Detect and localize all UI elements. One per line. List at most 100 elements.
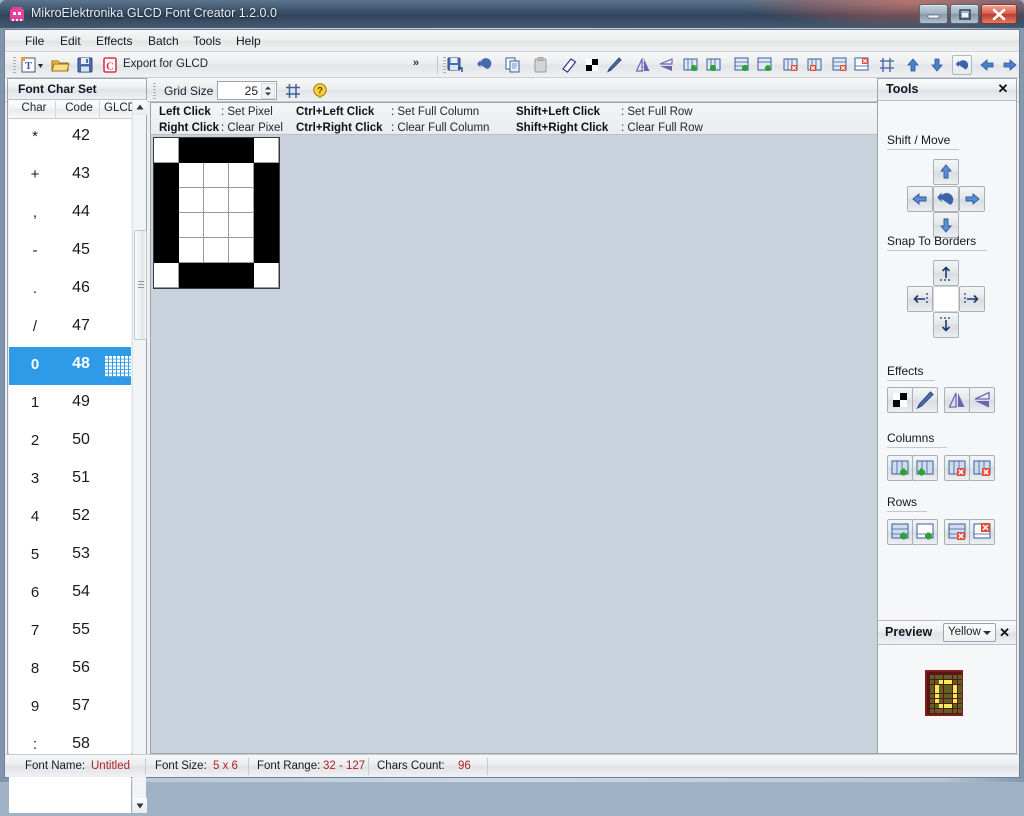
snap-center-button[interactable] [933,286,959,312]
menu-batch[interactable]: Batch [141,33,186,49]
char-list-row[interactable]: 250 [9,423,131,462]
char-list-row[interactable]: 452 [9,499,131,538]
scroll-up-arrow-icon[interactable] [133,100,147,115]
export-glcd-icon[interactable]: C [100,55,120,75]
rotate-icon[interactable] [952,55,972,75]
delete-column-left-icon[interactable] [781,55,801,75]
pixel-cell[interactable] [254,238,279,263]
export-glcd-label[interactable]: Export for GLCD [123,58,208,70]
snap-left-button[interactable] [907,286,933,312]
delete-row-bottom-icon[interactable] [852,55,872,75]
shift-up-icon[interactable] [903,55,923,75]
pixel-cell[interactable] [204,188,229,213]
menu-file[interactable]: File [18,33,51,49]
delete-column-right-button[interactable] [969,455,995,481]
char-list-row[interactable]: .46 [9,271,131,310]
char-list-row[interactable]: 755 [9,613,131,652]
pixel-cell[interactable] [204,163,229,188]
shift-right-button[interactable] [959,186,985,212]
pixel-cell[interactable] [229,213,254,238]
char-list-row[interactable]: ,44 [9,195,131,234]
paste-icon[interactable] [531,55,551,75]
undo-icon[interactable] [474,55,494,75]
menu-help[interactable]: Help [229,33,268,49]
preview-panel-close-icon[interactable]: ✕ [999,625,1010,641]
add-row-top-button[interactable] [887,519,913,545]
shift-down-icon[interactable] [927,55,947,75]
char-list-row[interactable]: /47 [9,309,131,348]
pixel-cell[interactable] [254,263,279,288]
char-list-row[interactable]: +43 [9,157,131,196]
close-button[interactable] [981,4,1017,24]
pixel-cell[interactable] [254,163,279,188]
mirror-vertical-icon[interactable] [656,55,676,75]
delete-row-top-button[interactable] [944,519,970,545]
pixel-cell[interactable] [154,163,179,188]
pixel-cell[interactable] [229,238,254,263]
mirror-vertical-button[interactable] [969,387,995,413]
spinner-up-down-icon[interactable] [261,83,275,99]
grid-size-input[interactable]: 25 [217,81,277,100]
char-list-row[interactable]: 654 [9,575,131,614]
pixel-cell[interactable] [229,263,254,288]
pixel-cell[interactable] [179,213,204,238]
delete-column-right-icon[interactable] [805,55,825,75]
pixel-cell[interactable] [229,138,254,163]
shift-left-icon[interactable] [977,55,997,75]
mirror-horizontal-button[interactable] [944,387,970,413]
preview-color-select[interactable]: Yellow [943,623,996,642]
menu-edit[interactable]: Edit [53,33,88,49]
maximize-button[interactable] [950,4,979,24]
insert-row-top-icon[interactable] [732,55,752,75]
char-list-row[interactable]: *42 [9,119,131,158]
save-as-icon[interactable] [445,55,465,75]
copy-icon[interactable] [503,55,523,75]
rotate-button[interactable] [933,186,959,212]
add-column-right-button[interactable] [912,455,938,481]
pixel-cell[interactable] [229,163,254,188]
char-list-scrollbar[interactable] [132,100,146,813]
column-header-char[interactable]: Char [13,102,55,114]
insert-row-bottom-icon[interactable] [755,55,775,75]
pixel-cell[interactable] [204,138,229,163]
insert-column-right-icon[interactable] [704,55,724,75]
delete-row-bottom-button[interactable] [969,519,995,545]
snap-right-button[interactable] [959,286,985,312]
pixel-cell[interactable] [254,188,279,213]
pixel-cell[interactable] [204,263,229,288]
char-list-row[interactable]: 048 [9,347,131,386]
help-icon[interactable]: ? [310,81,330,101]
snap-top-button[interactable] [933,260,959,286]
pixel-cell[interactable] [179,188,204,213]
snap-borders-icon[interactable] [877,55,897,75]
pixel-cell[interactable] [204,238,229,263]
char-list-row[interactable]: 856 [9,651,131,690]
add-row-bottom-button[interactable] [912,519,938,545]
chevron-down-icon[interactable] [36,55,45,75]
minimize-button[interactable] [919,4,948,24]
char-list-row[interactable]: 351 [9,461,131,500]
pixel-cell[interactable] [254,213,279,238]
open-folder-icon[interactable] [50,55,70,75]
char-list-row[interactable]: -45 [9,233,131,272]
toggle-grid-icon[interactable] [283,81,303,101]
tools-panel-close-icon[interactable]: ✕ [996,82,1010,96]
pixel-cell[interactable] [154,138,179,163]
invert-button[interactable] [887,387,913,413]
menu-effects[interactable]: Effects [89,33,139,49]
pixel-cell[interactable] [154,213,179,238]
fill-button[interactable] [912,387,938,413]
pixel-cell[interactable] [154,188,179,213]
mirror-horizontal-icon[interactable] [633,55,653,75]
delete-row-top-icon[interactable] [830,55,850,75]
pixel-cell[interactable] [204,213,229,238]
scrollbar-thumb[interactable] [134,230,147,340]
scroll-down-arrow-icon[interactable] [133,798,147,813]
title-bar[interactable]: MikroElektronika GLCD Font Creator 1.2.0… [0,0,1024,28]
column-header-code[interactable]: Code [57,102,101,114]
shift-left-button[interactable] [907,186,933,212]
save-icon[interactable] [75,55,95,75]
pixel-cell[interactable] [254,138,279,163]
shift-up-button[interactable] [933,159,959,185]
pixel-cell[interactable] [179,263,204,288]
